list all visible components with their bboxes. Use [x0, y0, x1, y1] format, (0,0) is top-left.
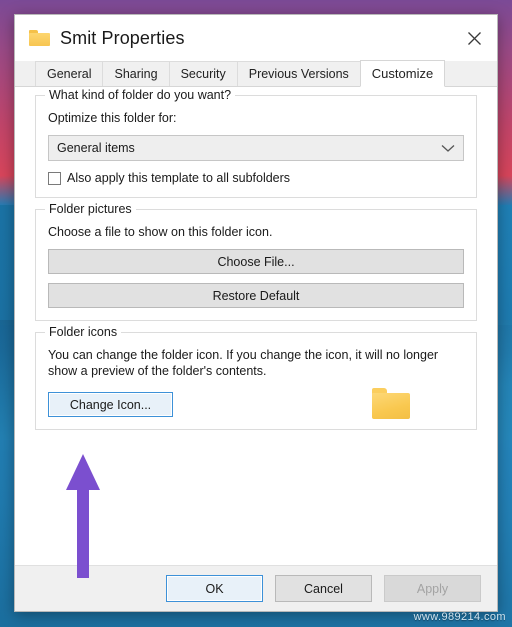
choose-file-button[interactable]: Choose File... — [48, 249, 464, 274]
cancel-button[interactable]: Cancel — [275, 575, 372, 602]
optimize-folder-select[interactable]: General items — [48, 135, 464, 161]
tab-security[interactable]: Security — [168, 61, 238, 86]
tab-general[interactable]: General — [35, 61, 104, 86]
chevron-down-icon — [441, 144, 455, 153]
close-icon[interactable] — [451, 15, 497, 61]
apply-button: Apply — [384, 575, 481, 602]
tab-strip: General Sharing Security Previous Versio… — [15, 60, 497, 87]
restore-default-button[interactable]: Restore Default — [48, 283, 464, 308]
group-folder-pictures: Folder pictures Choose a file to show on… — [35, 202, 477, 321]
optimize-folder-selected-value: General items — [57, 141, 135, 155]
dialog-footer: OK Cancel Apply — [15, 565, 497, 611]
folder-icons-row: Change Icon... — [48, 388, 464, 419]
tab-previous-versions[interactable]: Previous Versions — [236, 61, 361, 86]
watermark: www.989214.com — [413, 611, 506, 623]
apply-to-subfolders-row[interactable]: Also apply this template to all subfolde… — [48, 171, 464, 185]
group-folder-type: What kind of folder do you want? Optimiz… — [35, 88, 477, 198]
folder-icon — [372, 388, 410, 419]
ok-button[interactable]: OK — [166, 575, 263, 602]
folder-icon — [29, 29, 51, 47]
tab-sharing[interactable]: Sharing — [102, 61, 170, 86]
apply-to-subfolders-checkbox[interactable] — [48, 171, 61, 185]
title-bar: Smit Properties — [15, 15, 497, 61]
folder-icons-description: You can change the folder icon. If you c… — [48, 348, 439, 378]
group-folder-icons-legend: Folder icons — [45, 325, 122, 339]
window-title: Smit Properties — [60, 27, 185, 48]
properties-dialog: Smit Properties General Sharing Security… — [14, 14, 498, 612]
group-folder-pictures-legend: Folder pictures — [45, 202, 136, 216]
tab-customize[interactable]: Customize — [359, 60, 446, 87]
group-folder-type-legend: What kind of folder do you want? — [45, 88, 236, 102]
change-icon-button[interactable]: Change Icon... — [48, 392, 173, 417]
folder-pictures-description: Choose a file to show on this folder ico… — [48, 225, 273, 239]
optimize-label: Optimize this folder for: — [48, 111, 177, 125]
apply-to-subfolders-label: Also apply this template to all subfolde… — [67, 171, 291, 185]
group-folder-icons: Folder icons You can change the folder i… — [35, 325, 477, 430]
tab-content-customize: What kind of folder do you want? Optimiz… — [15, 87, 497, 565]
